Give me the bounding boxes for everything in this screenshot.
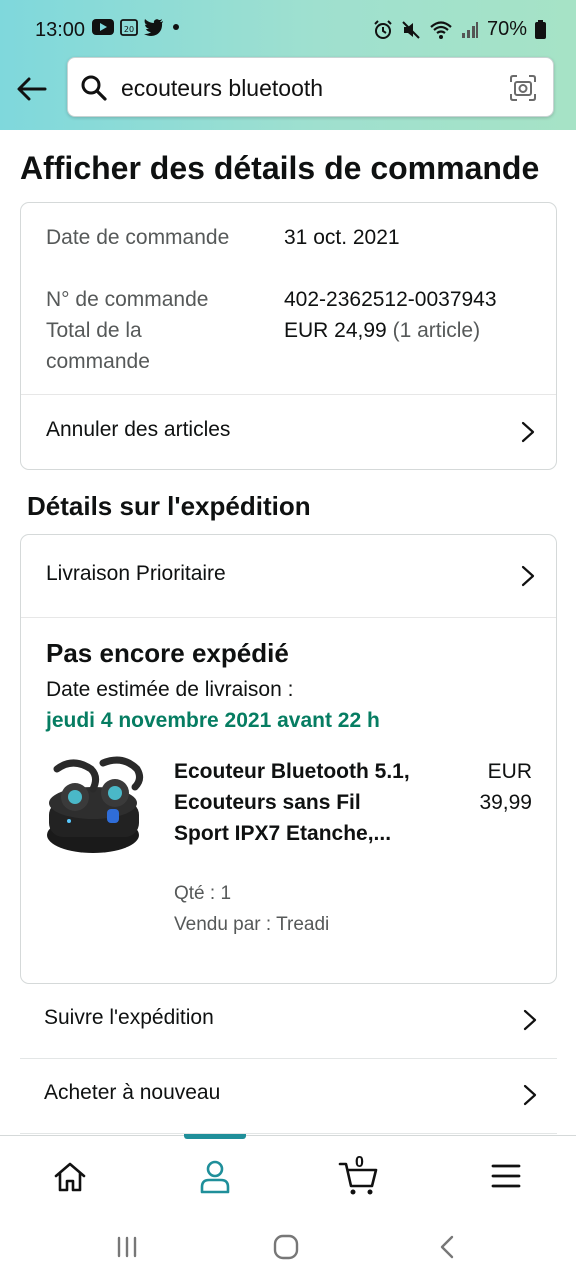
system-navigation-bar <box>0 1214 576 1280</box>
home-button-icon[interactable] <box>271 1234 301 1260</box>
track-shipment-label: Suivre l'expédition <box>44 1006 214 1029</box>
cancel-items-label: Annuler des articles <box>46 418 231 441</box>
recent-apps-icon[interactable] <box>112 1234 142 1260</box>
shipping-method-label: Livraison Prioritaire <box>46 562 226 585</box>
order-date-value: 31 oct. 2021 <box>284 226 400 249</box>
search-bar[interactable] <box>67 57 554 117</box>
product-price-amount: 39,99 <box>479 791 532 814</box>
menu-icon[interactable] <box>484 1156 528 1196</box>
status-time: 13:00 <box>35 19 86 41</box>
youtube-icon <box>92 19 114 35</box>
signal-icon <box>461 21 478 38</box>
product-image[interactable] <box>43 755 147 859</box>
status-left-icons: 20 <box>92 18 182 36</box>
camera-icon[interactable] <box>509 74 537 102</box>
order-total-amount: EUR 24,99 <box>284 319 387 342</box>
account-icon[interactable] <box>193 1156 237 1196</box>
order-total-label: Total de la commande <box>46 319 150 373</box>
order-number-row: N° de commande 402-2362512-0037943 <box>46 284 497 315</box>
active-tab-indicator <box>184 1134 246 1139</box>
dot-icon <box>173 24 179 30</box>
chevron-right-icon <box>521 565 535 587</box>
order-date-label: Date de commande <box>46 226 230 249</box>
estimated-delivery-date: jeudi 4 novembre 2021 avant 22 h <box>46 709 380 732</box>
svg-text:20: 20 <box>124 25 134 34</box>
product-title[interactable]: Ecouteur Bluetooth 5.1, Ecouteurs sans F… <box>174 756 414 849</box>
back-arrow-icon[interactable] <box>15 72 49 106</box>
status-bar: 13:00 20 70% <box>0 0 576 58</box>
product-price-currency: EUR <box>487 760 532 783</box>
cart-button[interactable]: 0 <box>337 1154 381 1196</box>
bottom-navigation: 0 <box>0 1134 576 1214</box>
divider <box>21 617 556 618</box>
mute-icon <box>402 20 420 39</box>
shipment-section-title: Détails sur l'expédition <box>27 491 311 521</box>
order-date-row: Date de commande 31 oct. 2021 <box>46 222 400 253</box>
cart-count: 0 <box>355 1154 364 1171</box>
calendar-icon: 20 <box>120 19 138 36</box>
alarm-icon <box>374 19 392 39</box>
order-total-value: EUR 24,99 (1 article) <box>284 315 480 346</box>
battery-icon <box>535 20 546 39</box>
shipment-status: Pas encore expédié <box>46 638 289 668</box>
chevron-right-icon <box>523 1009 537 1031</box>
chevron-right-icon <box>523 1084 537 1106</box>
page-title: Afficher des détails de commande <box>20 150 540 186</box>
order-summary-card: Date de commande 31 oct. 2021 N° de comm… <box>20 202 557 470</box>
home-icon[interactable] <box>48 1156 92 1196</box>
twitter-icon <box>144 18 163 36</box>
back-button-icon[interactable] <box>434 1234 464 1260</box>
product-quantity: Qté : 1 <box>174 883 232 904</box>
order-number-value: 402-2362512-0037943 <box>284 288 497 311</box>
search-icon <box>81 75 107 101</box>
estimated-delivery-label: Date estimée de livraison : <box>46 678 294 701</box>
order-number-label: N° de commande <box>46 288 209 311</box>
buy-again-label: Acheter à nouveau <box>44 1081 221 1104</box>
chevron-right-icon <box>521 421 535 443</box>
cancel-items-link[interactable]: Annuler des articles <box>21 395 556 469</box>
order-total-row: Total de la commande EUR 24,99 (1 articl… <box>46 315 480 377</box>
shipment-card: Livraison Prioritaire Pas encore expédié… <box>20 534 557 984</box>
status-right-icons: 70% <box>373 18 546 41</box>
product-price: EUR 39,99 <box>442 756 532 818</box>
product-seller: Vendu par : Treadi <box>174 914 330 935</box>
buy-again-link[interactable]: Acheter à nouveau <box>20 1059 557 1134</box>
battery-percent: 70% <box>486 18 527 40</box>
order-total-items: (1 article) <box>392 319 481 342</box>
app-header: 13:00 20 70% <box>0 0 576 130</box>
track-shipment-link[interactable]: Suivre l'expédition <box>20 984 557 1059</box>
shipping-method-link[interactable]: Livraison Prioritaire <box>21 539 556 613</box>
search-input[interactable] <box>121 68 501 108</box>
wifi-icon <box>430 20 452 39</box>
